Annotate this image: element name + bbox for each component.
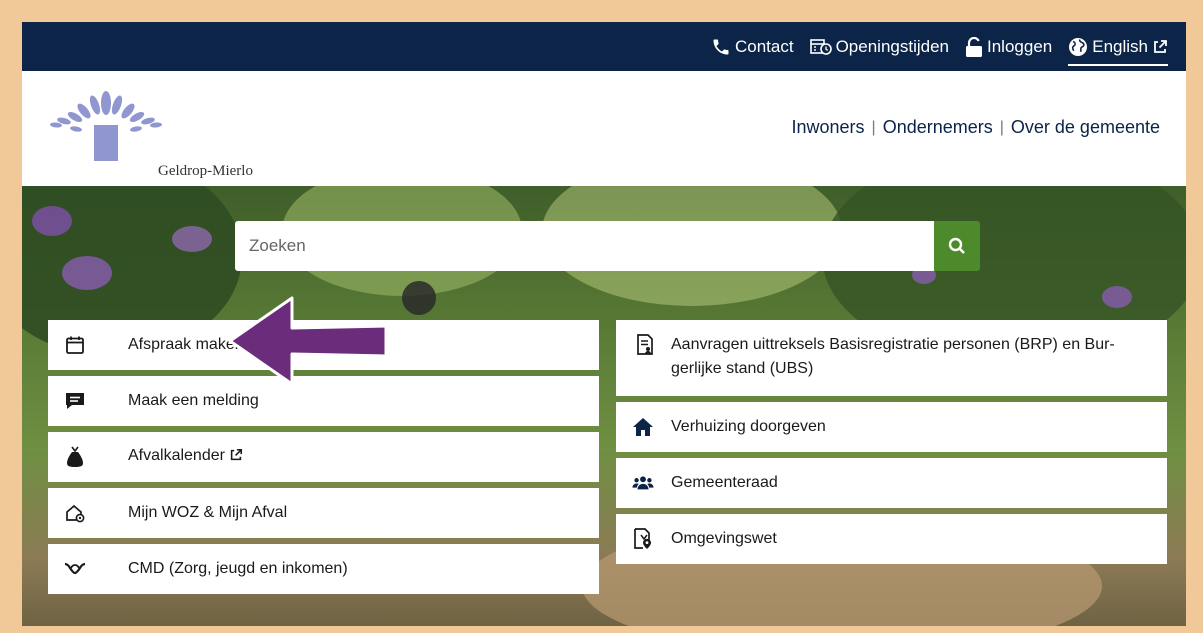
message-icon	[64, 390, 86, 412]
tree-logo-icon	[50, 91, 162, 161]
tile-label: Gemeenteraad	[671, 474, 778, 491]
hero-section: Afspraak maken Maak een melding Afvalkal…	[22, 186, 1186, 626]
tile-label: Maak een melding	[128, 392, 259, 409]
external-link-icon	[229, 446, 243, 470]
globe-icon	[1068, 37, 1088, 57]
nav-ondernemers[interactable]: Ondernemers	[883, 117, 993, 138]
tile-verhuizing-doorgeven[interactable]: Verhuizing doorgeven	[616, 402, 1167, 452]
tile-mijn-woz-mijn-afval[interactable]: Mijn WOZ & Mijn Afval	[48, 488, 599, 538]
logo-text: Geldrop-Mierlo	[158, 163, 253, 179]
nav-separator: |	[871, 118, 876, 136]
english-link[interactable]: English	[1068, 36, 1168, 66]
tile-label: Mijn WOZ & Mijn Afval	[128, 504, 288, 521]
document-location-icon	[632, 528, 654, 550]
contact-label: Contact	[734, 36, 794, 56]
annotation-arrow	[228, 296, 388, 386]
external-link-icon	[1152, 39, 1168, 55]
geldrop-mierlo-logo[interactable]: Geldrop-Mierlo	[48, 87, 253, 179]
search-button[interactable]	[934, 221, 980, 271]
tile-label: CMD (Zorg, jeugd en inkomen)	[128, 560, 348, 577]
top-bar: Contact Openingstijden Inloggen English	[22, 22, 1186, 71]
home-icon	[632, 416, 654, 438]
tile-cmd[interactable]: CMD (Zorg, jeugd en inkomen)	[48, 544, 599, 594]
phone-icon	[711, 37, 731, 57]
top-links: Contact Openingstijden Inloggen English	[711, 22, 1168, 71]
site-header: Geldrop-Mierlo Inwoners | Ondernemers | …	[22, 71, 1186, 186]
inloggen-label: Inloggen	[987, 36, 1053, 56]
tile-label-wrap: Afvalkalender	[128, 444, 579, 470]
page-frame: Contact Openingstijden Inloggen English	[22, 22, 1186, 626]
house-settings-icon	[64, 502, 86, 524]
tile-afvalkalender[interactable]: Afvalkalender	[48, 432, 599, 482]
search-bar	[235, 221, 980, 271]
group-icon	[632, 472, 654, 494]
care-hands-icon	[64, 558, 86, 580]
inloggen-link[interactable]: Inloggen	[965, 36, 1053, 57]
tile-label: Omgevingswet	[671, 530, 777, 547]
nav-over-de-gemeente[interactable]: Over de gemeente	[1011, 117, 1160, 138]
tile-label: Afvalkalender	[128, 447, 225, 464]
search-icon	[948, 237, 965, 254]
search-input[interactable]	[235, 221, 934, 271]
document-person-icon	[634, 334, 656, 356]
nav-inwoners[interactable]: Inwoners	[791, 117, 864, 138]
openingstijden-label: Openingstijden	[835, 36, 949, 56]
contact-link[interactable]: Contact	[711, 37, 794, 57]
english-label: English	[1092, 36, 1148, 56]
tile-aanvragen-uittreksels[interactable]: Aanvragen uittreksels Basisregistratie p…	[616, 320, 1167, 396]
openingstijden-link[interactable]: Openingstijden	[809, 36, 949, 57]
tile-label: Verhuizing doorgeven	[671, 418, 826, 435]
tile-gemeenteraad[interactable]: Gemeenteraad	[616, 458, 1167, 508]
nav-separator: |	[999, 118, 1004, 136]
clock-calendar-icon	[809, 38, 832, 56]
main-nav: Inwoners | Ondernemers | Over de gemeent…	[791, 117, 1160, 138]
unlock-icon	[965, 36, 983, 57]
tile-label: Aanvragen uittreksels Basisregistratie p…	[671, 336, 1115, 377]
waste-bag-icon	[64, 446, 86, 468]
calendar-icon	[64, 334, 86, 356]
tile-omgevingswet[interactable]: Omgevingswet	[616, 514, 1167, 564]
